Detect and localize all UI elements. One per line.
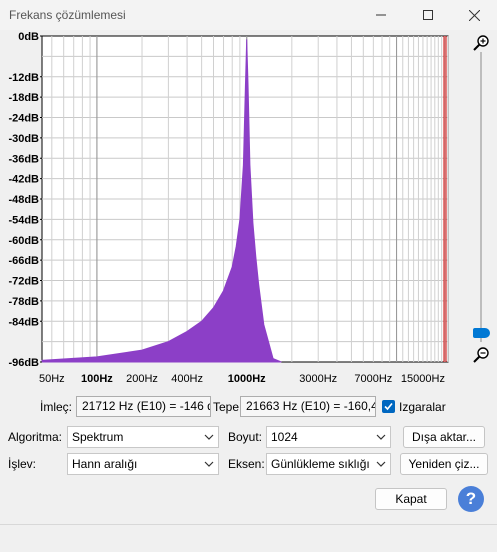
y-axis-labels: 0dB -12dB -18dB -24dB -30dB -36dB -42dB -48dB -5…	[8, 31, 42, 369]
function-value: Hann aralığı	[72, 457, 138, 471]
x-tick-label: 15000Hz	[401, 373, 445, 385]
peak-readout: 21663 Hz (E10) = -160,4 dB	[240, 396, 376, 417]
y-tick-label: -12dB	[8, 72, 39, 84]
algorithm-select[interactable]: Spektrum	[67, 426, 219, 448]
window-title: Frekans çözümlemesi	[9, 8, 126, 22]
y-tick-label: -18dB	[8, 92, 39, 104]
chevron-down-icon	[204, 461, 214, 467]
x-tick-label: 100Hz	[81, 373, 113, 385]
chevron-down-icon	[204, 434, 214, 440]
x-tick-label: 3000Hz	[299, 373, 337, 385]
y-tick-label: -24dB	[8, 113, 39, 125]
y-tick-label: -84dB	[8, 316, 39, 328]
size-select[interactable]: 1024	[266, 426, 391, 448]
x-tick-label: 200Hz	[126, 373, 158, 385]
size-label: Boyut:	[228, 430, 263, 444]
cursor-label: İmleç:	[40, 400, 73, 414]
x-axis-labels: 50Hz 100Hz 200Hz 400Hz 1000Hz 3000Hz 7000Hz 150…	[39, 373, 445, 385]
y-tick-label: -54dB	[8, 214, 39, 226]
axis-select[interactable]: Günlükleme sıklığı	[266, 453, 391, 475]
check-icon	[384, 402, 393, 411]
y-tick-label: -96dB	[8, 357, 39, 369]
window-bottom-divider	[0, 524, 497, 525]
close-dialog-button[interactable]: Kapat	[375, 488, 447, 510]
maximize-icon	[423, 10, 433, 20]
x-tick-label: 400Hz	[171, 373, 203, 385]
algorithm-label: Algoritma:	[8, 430, 63, 444]
y-tick-label: 0dB	[18, 31, 39, 43]
y-tick-label: -78dB	[8, 296, 39, 308]
close-icon	[468, 9, 480, 21]
spectrum-graph-area: 0dB -12dB -18dB -24dB -30dB -36dB -42dB -48dB -5…	[0, 30, 497, 392]
chevron-down-icon	[376, 461, 386, 467]
zoom-slider-track[interactable]	[480, 52, 482, 342]
zoom-panel	[470, 32, 494, 372]
title-bar: Frekans çözümlemesi	[0, 0, 497, 30]
chevron-down-icon	[376, 434, 386, 440]
cursor-readout: 21712 Hz (E10) = -146 dB	[76, 396, 211, 417]
help-icon[interactable]: ?	[458, 486, 484, 512]
grids-checkbox[interactable]	[382, 400, 395, 413]
x-tick-label: 1000Hz	[228, 373, 266, 385]
axis-value: Günlükleme sıklığı	[271, 457, 370, 471]
zoom-in-icon[interactable]	[472, 34, 490, 52]
minimize-icon	[376, 14, 386, 16]
function-label: İşlev:	[8, 457, 37, 471]
x-tick-label: 7000Hz	[354, 373, 392, 385]
replot-button[interactable]: Yeniden çiz...	[400, 453, 488, 475]
algorithm-value: Spektrum	[72, 430, 124, 444]
y-tick-label: -48dB	[8, 194, 39, 206]
maximize-button[interactable]	[405, 0, 451, 30]
function-select[interactable]: Hann aralığı	[67, 453, 219, 475]
spectrum-chart[interactable]: 0dB -12dB -18dB -24dB -30dB -36dB -42dB -48dB -5…	[0, 30, 470, 392]
y-tick-label: -60dB	[8, 235, 39, 247]
y-tick-label: -66dB	[8, 255, 39, 267]
export-button[interactable]: Dışa aktar...	[403, 426, 485, 448]
zoom-slider-thumb[interactable]	[473, 328, 490, 339]
y-tick-label: -42dB	[8, 174, 39, 186]
size-value: 1024	[271, 430, 298, 444]
x-tick-label: 50Hz	[39, 373, 65, 385]
peak-label: Tepe:	[213, 400, 243, 414]
zoom-out-icon[interactable]	[472, 346, 490, 364]
axis-label: Eksen:	[228, 457, 265, 471]
close-button[interactable]	[451, 0, 497, 30]
minimize-button[interactable]	[358, 0, 404, 30]
y-tick-label: -72dB	[8, 276, 39, 288]
y-tick-label: -30dB	[8, 133, 39, 145]
grids-label: Izgaralar	[399, 400, 446, 414]
y-tick-label: -36dB	[8, 153, 39, 165]
